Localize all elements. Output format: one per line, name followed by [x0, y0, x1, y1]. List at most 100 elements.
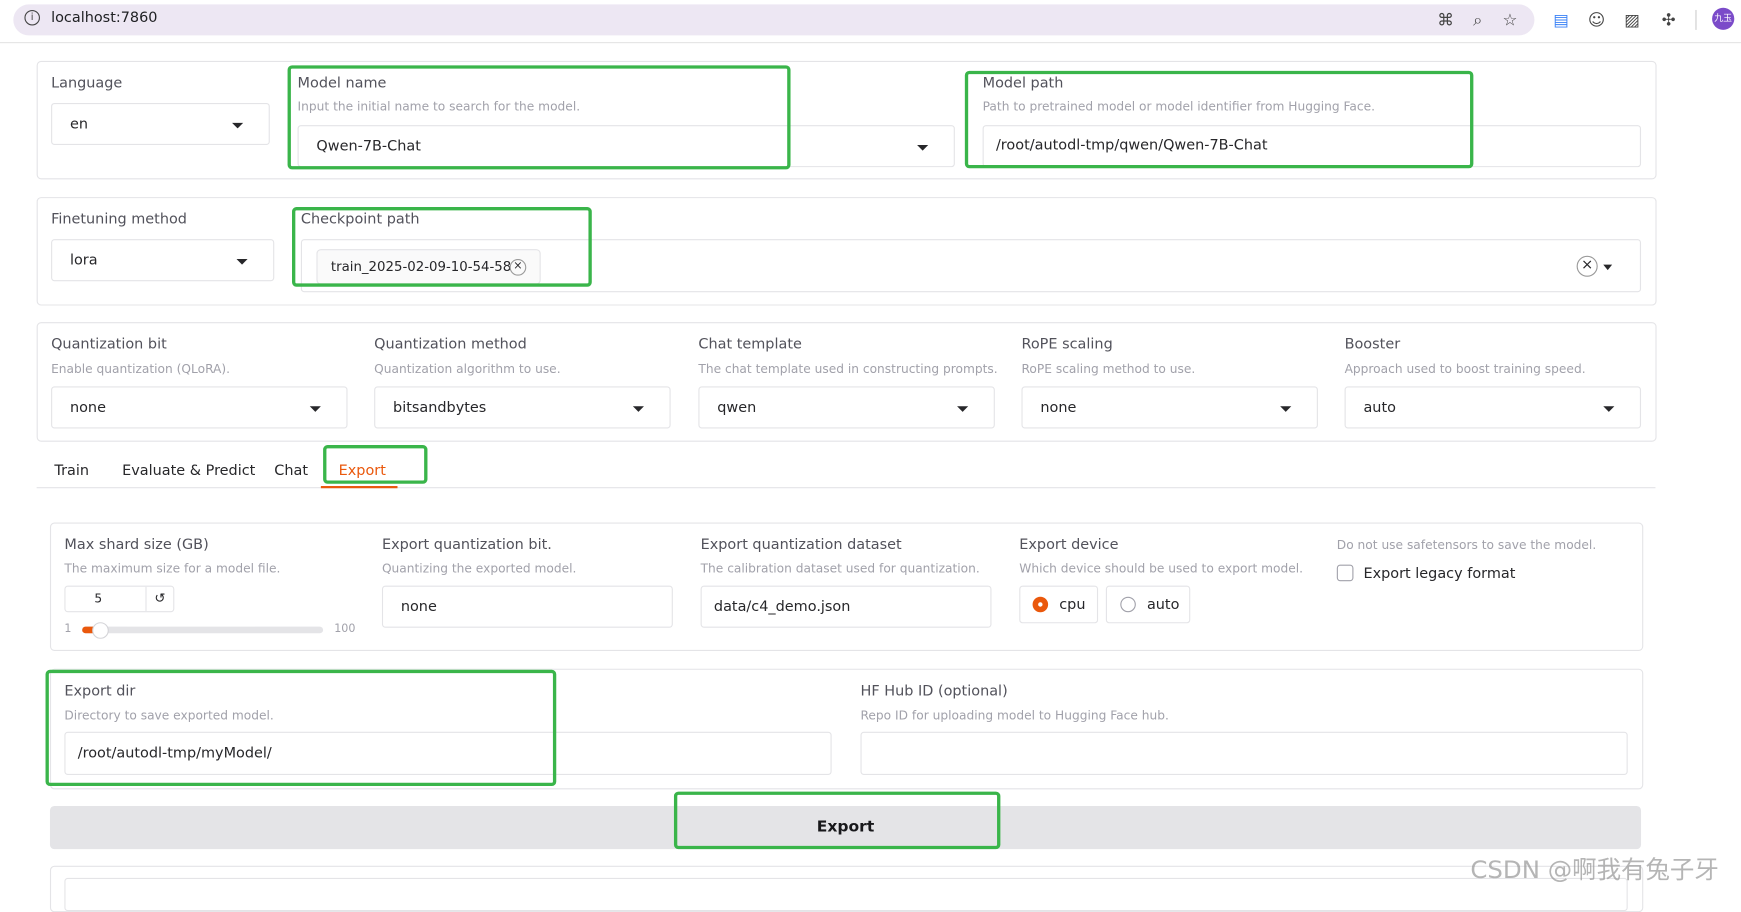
advanced-value-2: qwen	[717, 399, 757, 417]
advanced-dropdown-4[interactable]: auto	[1344, 386, 1642, 429]
export-dir-value: /root/autodl-tmp/myModel/	[77, 745, 272, 762]
hf-hub-id-input[interactable]	[860, 731, 1628, 775]
advanced-label-1: Quantization method	[374, 336, 527, 354]
hf-hub-id-info: Repo ID for uploading model to Hugging F…	[860, 708, 1169, 723]
legacy-format-info: Do not use safetensors to save the model…	[1336, 538, 1597, 553]
model-path-input[interactable]: /root/autodl-tmp/qwen/Qwen-7B-Chat	[982, 125, 1642, 168]
shard-size-value: 5	[94, 591, 103, 606]
advanced-info-3: RoPE scaling method to use.	[1021, 362, 1196, 377]
advanced-label-0: Quantization bit	[51, 336, 167, 354]
active-tab-indicator	[320, 486, 398, 489]
finetune-method-value: lora	[69, 252, 98, 270]
export-quant-bit-value: none	[400, 598, 437, 616]
finetune-method-dropdown[interactable]: lora	[51, 239, 275, 282]
toolbar-divider	[1695, 9, 1697, 30]
screen: i localhost:7860 ⌘ ⌕ ☆ ▤ ☺ ▨ ✣ 九玉 Langua…	[0, 0, 1741, 912]
tab-divider	[36, 487, 1656, 489]
advanced-label-4: Booster	[1344, 336, 1401, 354]
model-name-dropdown[interactable]: Qwen-7B-Chat	[297, 125, 955, 168]
tab-train[interactable]: Train	[54, 463, 89, 480]
chevron-down-icon	[1280, 406, 1292, 412]
advanced-dropdown-1[interactable]: bitsandbytes	[374, 386, 671, 429]
zoom-icon[interactable]: ⌕	[1467, 9, 1489, 31]
advanced-info-0: Enable quantization (QLoRA).	[51, 362, 231, 377]
advanced-dropdown-3[interactable]: none	[1021, 386, 1318, 429]
device-option-cpu[interactable]: cpu	[1019, 585, 1099, 624]
legacy-format-label[interactable]: Export legacy format	[1363, 566, 1515, 583]
model-name-value: Qwen-7B-Chat	[316, 138, 421, 155]
output-textbox[interactable]	[64, 877, 1628, 912]
advanced-value-3: none	[1040, 399, 1077, 417]
advanced-info-4: Approach used to boost training speed.	[1344, 362, 1586, 377]
chevron-down-icon	[309, 406, 321, 412]
export-quant-dataset-label: Export quantization dataset	[700, 536, 902, 554]
export-dir-input[interactable]: /root/autodl-tmp/myModel/	[64, 731, 832, 775]
device-auto-label: auto	[1146, 596, 1180, 614]
device-option-auto[interactable]: auto	[1105, 585, 1191, 624]
chart-extension-icon[interactable]: ▨	[1621, 9, 1643, 31]
legacy-format-checkbox[interactable]	[1336, 564, 1354, 582]
advanced-dropdown-0[interactable]: none	[51, 386, 348, 429]
advanced-label-3: RoPE scaling	[1021, 336, 1113, 354]
profile-avatar[interactable]: 九玉	[1712, 7, 1735, 30]
shard-size-label: Max shard size (GB)	[64, 536, 209, 554]
extensions-puzzle-icon[interactable]: ✣	[1658, 9, 1680, 31]
chevron-down-icon	[632, 406, 644, 412]
info-icon[interactable]: i	[24, 9, 40, 26]
export-quant-bit-info: Quantizing the exported model.	[381, 561, 577, 576]
slider-max: 100	[334, 623, 356, 636]
export-quant-dataset-info: The calibration dataset used for quantiz…	[700, 561, 980, 576]
model-name-label: Model name	[297, 75, 387, 92]
advanced-info-2: The chat template used in constructing p…	[698, 362, 998, 377]
slider-thumb[interactable]	[91, 622, 109, 639]
shard-size-number[interactable]: 5 ↺	[64, 585, 175, 613]
shard-size-info: The maximum size for a model file.	[64, 561, 281, 576]
slider-min: 1	[64, 623, 72, 636]
bookmark-star-icon[interactable]: ☆	[1499, 9, 1521, 31]
url-text[interactable]: localhost:7860	[51, 10, 157, 27]
tab-export[interactable]: Export	[339, 463, 386, 480]
hf-hub-id-label: HF Hub ID (optional)	[860, 683, 1008, 700]
chevron-down-icon	[1603, 406, 1615, 412]
checkpoint-path-label: Checkpoint path	[300, 211, 420, 229]
language-value: en	[69, 116, 88, 133]
checkpoint-tag[interactable]: train_2025-02-09-10-54-58 ×	[316, 249, 541, 285]
advanced-label-2: Chat template	[698, 336, 802, 354]
radio-selected-icon	[1032, 596, 1049, 613]
translate-icon[interactable]: ⌘	[1435, 9, 1457, 31]
avatar-extension-icon[interactable]: ☺	[1586, 9, 1608, 31]
tag-remove-icon[interactable]: ×	[509, 259, 527, 276]
export-quant-dataset-value: data/c4_demo.json	[713, 598, 851, 616]
device-cpu-label: cpu	[1059, 596, 1086, 614]
export-dir-label: Export dir	[64, 683, 136, 700]
advanced-dropdown-2[interactable]: qwen	[698, 386, 995, 429]
reset-icon[interactable]: ↺	[154, 590, 165, 605]
chevron-down-icon	[917, 145, 929, 151]
export-button[interactable]: Export	[49, 805, 1642, 850]
advanced-value-4: auto	[1363, 399, 1396, 417]
checkpoint-path-multiselect[interactable]: train_2025-02-09-10-54-58 × ×	[300, 239, 1642, 293]
tab-evaluate-predict[interactable]: Evaluate & Predict	[122, 463, 255, 480]
shard-size-slider[interactable]	[82, 622, 324, 639]
browser-toolbar: i localhost:7860 ⌘ ⌕ ☆ ▤ ☺ ▨ ✣ 九玉	[0, 0, 1741, 44]
watermark: CSDN @啊我有兔子牙	[1470, 856, 1719, 885]
docs-extension-icon[interactable]: ▤	[1550, 9, 1572, 31]
model-name-info: Input the initial name to search for the…	[297, 99, 581, 115]
model-path-info: Path to pretrained model or model identi…	[982, 99, 1375, 115]
checkpoint-tag-label: train_2025-02-09-10-54-58	[330, 259, 512, 275]
clear-icon[interactable]: ×	[1576, 255, 1598, 277]
tab-chat[interactable]: Chat	[274, 463, 308, 480]
advanced-info-1: Quantization algorithm to use.	[374, 362, 561, 377]
export-device-info: Which device should be used to export mo…	[1019, 561, 1304, 576]
model-path-value: /root/autodl-tmp/qwen/Qwen-7B-Chat	[995, 137, 1268, 154]
export-quant-bit-label: Export quantization bit.	[381, 536, 552, 554]
chevron-down-icon	[236, 259, 248, 265]
chevron-down-icon	[232, 122, 244, 129]
export-quant-dataset-input[interactable]: data/c4_demo.json	[700, 585, 992, 628]
export-quant-bit-dropdown[interactable]: none	[381, 585, 673, 628]
chevron-down-icon	[957, 406, 969, 412]
export-dir-info: Directory to save exported model.	[64, 708, 274, 723]
address-bar[interactable]	[13, 4, 1535, 36]
language-dropdown[interactable]: en	[51, 102, 270, 146]
number-divider	[145, 586, 147, 612]
